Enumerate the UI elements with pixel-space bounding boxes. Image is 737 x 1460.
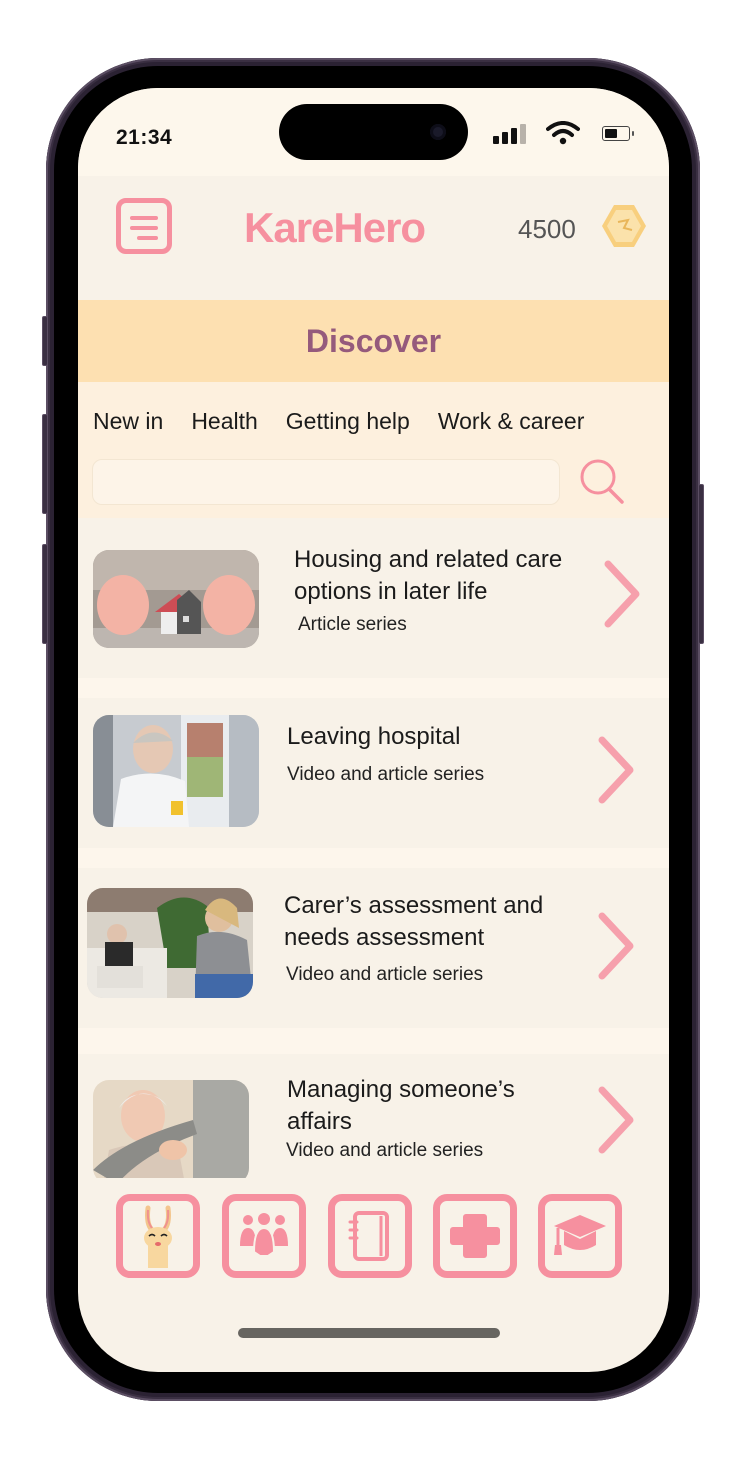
card-divider bbox=[78, 678, 669, 698]
power-button bbox=[698, 484, 704, 644]
card-title: Housing and related care options in late… bbox=[294, 546, 563, 605]
phone-screen: 21:34 KareHero 4500 Discover New in Heal… bbox=[78, 88, 669, 1372]
volume-down-button bbox=[42, 544, 48, 644]
tab-new-in[interactable]: New in bbox=[93, 408, 163, 435]
graduation-cap-icon bbox=[554, 1215, 606, 1255]
search-icon[interactable] bbox=[576, 455, 628, 507]
llama-mascot-icon bbox=[144, 1205, 172, 1268]
wifi-icon bbox=[546, 121, 580, 145]
card-title: Leaving hospital bbox=[287, 723, 461, 750]
points-balance: 4500 bbox=[518, 214, 576, 244]
chevron-right-icon[interactable] bbox=[602, 558, 642, 630]
hexagon-coin-icon[interactable] bbox=[600, 202, 648, 250]
dynamic-island bbox=[279, 104, 468, 160]
discover-banner: Discover bbox=[78, 300, 669, 382]
article-card[interactable]: Leaving hospital Video and article serie… bbox=[78, 698, 669, 848]
volume-up-button bbox=[42, 414, 48, 514]
cellular-signal-icon bbox=[493, 124, 529, 144]
app-header: KareHero 4500 bbox=[78, 176, 669, 300]
tab-getting-help[interactable]: Getting help bbox=[286, 408, 410, 435]
hands-protecting-house-photo bbox=[93, 550, 259, 648]
card-subtitle: Video and article series bbox=[286, 964, 484, 985]
menu-button[interactable] bbox=[116, 198, 172, 254]
chevron-right-icon[interactable] bbox=[596, 1084, 636, 1156]
notebook-icon bbox=[348, 1211, 389, 1261]
nav-home-button[interactable] bbox=[116, 1194, 200, 1278]
card-divider bbox=[78, 848, 669, 868]
nav-community-button[interactable] bbox=[222, 1194, 306, 1278]
action-button bbox=[42, 316, 48, 366]
older-man-by-window-photo bbox=[93, 715, 259, 827]
status-bar: 21:34 bbox=[78, 88, 669, 176]
card-title: Managing someone’s affairs bbox=[287, 1076, 515, 1135]
card-divider bbox=[78, 1028, 669, 1054]
carer-with-older-man-photo bbox=[87, 888, 253, 998]
chevron-right-icon[interactable] bbox=[596, 910, 636, 982]
status-time: 21:34 bbox=[116, 126, 173, 149]
article-card[interactable]: Carer’s assessment and needs assessment … bbox=[78, 868, 669, 1028]
card-subtitle: Video and article series bbox=[287, 764, 485, 785]
older-woman-with-carer-photo bbox=[93, 1080, 249, 1184]
community-group-icon bbox=[240, 1213, 288, 1257]
search-input[interactable] bbox=[92, 459, 560, 505]
chevron-right-icon[interactable] bbox=[596, 734, 636, 806]
card-title: Carer’s assessment and needs assessment bbox=[284, 892, 544, 951]
tab-work-career[interactable]: Work & career bbox=[438, 408, 585, 435]
card-subtitle: Video and article series bbox=[286, 1140, 484, 1161]
filter-area: New in Health Getting help Work & career bbox=[78, 382, 669, 518]
battery-icon bbox=[602, 126, 634, 141]
card-subtitle: Article series bbox=[298, 614, 407, 635]
tab-health[interactable]: Health bbox=[191, 408, 257, 435]
page-title: Discover bbox=[305, 323, 442, 359]
article-card[interactable]: Housing and related care options in late… bbox=[78, 518, 669, 678]
home-indicator[interactable] bbox=[238, 1328, 500, 1338]
karehero-logo[interactable]: KareHero bbox=[244, 204, 426, 252]
nav-health-button[interactable] bbox=[433, 1194, 517, 1278]
front-camera-icon bbox=[430, 124, 446, 140]
bottom-nav bbox=[78, 1178, 669, 1288]
nav-learning-button[interactable] bbox=[538, 1194, 622, 1278]
nav-notebook-button[interactable] bbox=[328, 1194, 412, 1278]
medical-cross-icon bbox=[450, 1214, 500, 1258]
category-tabs: New in Health Getting help Work & career bbox=[93, 408, 584, 435]
